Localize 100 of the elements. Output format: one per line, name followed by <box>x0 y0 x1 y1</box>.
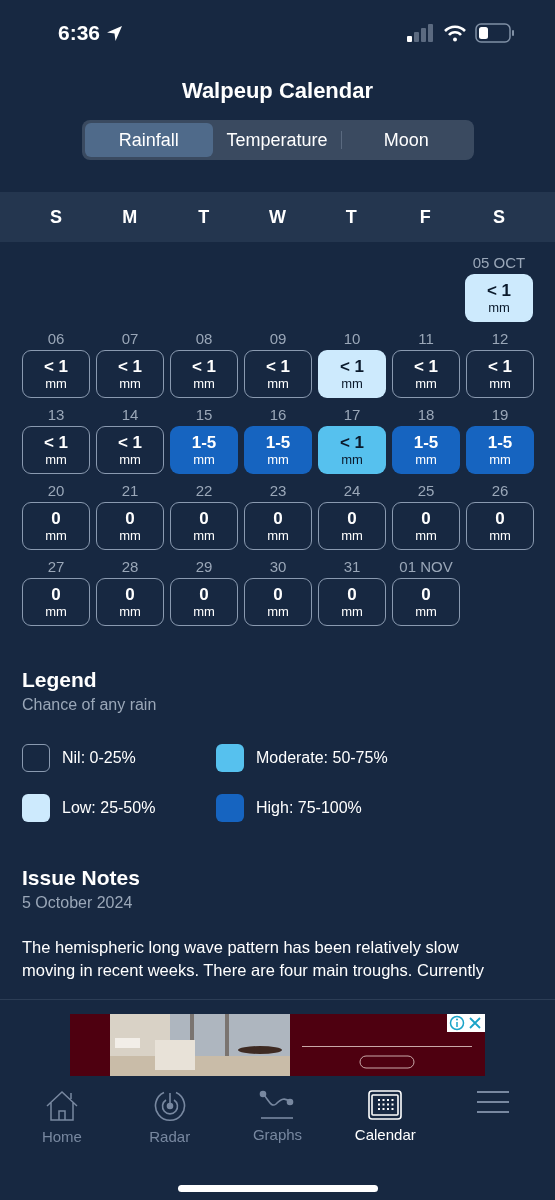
segment-tab[interactable]: Rainfall <box>84 123 213 157</box>
rain-day-cell[interactable]: 0 mm <box>392 502 460 550</box>
segment-tab[interactable]: Temperature <box>212 123 342 157</box>
rain-day-cell[interactable]: < 1 mm <box>318 426 386 474</box>
legend-subtitle: Chance of any rain <box>22 696 158 714</box>
rain-unit: mm <box>489 452 511 467</box>
notes-paragraph: The hemispheric long wave pattern has been relatively slow moving in recent weeks. There are four main troughs. Currently <box>22 937 485 981</box>
rain-day-cell[interactable]: < 1 mm <box>465 274 533 322</box>
weekday-label: S <box>48 206 63 228</box>
day-date: 29 <box>195 558 213 575</box>
rain-unit: mm <box>45 528 67 543</box>
day-date: 20 <box>47 482 65 499</box>
rain-unit: mm <box>45 452 67 467</box>
rain-amount: 0 <box>421 585 431 604</box>
rain-unit: mm <box>341 528 363 543</box>
rain-day-cell[interactable]: < 1 mm <box>22 426 90 474</box>
nav-tab[interactable]: Graphs <box>223 1090 332 1145</box>
close-icon[interactable] <box>467 1015 483 1031</box>
rain-day-cell[interactable]: 0 mm <box>96 578 164 626</box>
rain-amount: < 1 <box>117 433 143 452</box>
day-date: 12 <box>491 330 509 347</box>
rain-day-cell[interactable]: 0 mm <box>466 502 534 550</box>
page-title: Walpeup Calendar <box>180 78 375 104</box>
rain-amount: < 1 <box>265 357 291 376</box>
nav-tab[interactable]: Calendar <box>331 1090 440 1145</box>
rain-unit: mm <box>119 604 141 619</box>
rain-amount: 0 <box>199 509 209 528</box>
nav-tab[interactable]: Radar <box>115 1090 224 1145</box>
legend-label: Moderate: 50-75% <box>256 749 388 767</box>
rain-amount: < 1 <box>339 433 365 452</box>
rain-amount: 0 <box>347 585 357 604</box>
rain-amount: 0 <box>273 509 283 528</box>
day-date: 28 <box>121 558 139 575</box>
rain-day-cell[interactable]: 0 mm <box>170 502 238 550</box>
day-date: 13 <box>47 406 65 423</box>
legend-label: Nil: 0-25% <box>62 749 136 767</box>
rain-unit: mm <box>267 604 289 619</box>
rain-amount: 1-5 <box>413 433 439 452</box>
rain-amount: 0 <box>495 509 505 528</box>
rain-unit: mm <box>415 604 437 619</box>
rain-unit: mm <box>267 376 289 391</box>
rain-amount: < 1 <box>43 433 69 452</box>
location-arrow-icon <box>106 24 124 42</box>
weekday-label: T <box>197 206 211 228</box>
rain-amount: 1-5 <box>487 433 513 452</box>
status-time: 6:36 <box>58 21 101 45</box>
rain-day-cell[interactable]: < 1 mm <box>244 350 312 398</box>
rain-day-cell[interactable]: 0 mm <box>22 502 90 550</box>
rain-day-cell[interactable]: < 1 mm <box>96 426 164 474</box>
rain-day-cell[interactable]: 1-5 mm <box>244 426 312 474</box>
rain-amount: < 1 <box>413 357 439 376</box>
rain-amount: 0 <box>199 585 209 604</box>
rain-day-cell[interactable]: < 1 mm <box>466 350 534 398</box>
rain-unit: mm <box>341 452 363 467</box>
rain-day-cell[interactable]: 1-5 mm <box>392 426 460 474</box>
rain-unit: mm <box>193 452 215 467</box>
day-date: 22 <box>195 482 213 499</box>
rain-day-cell[interactable]: < 1 mm <box>96 350 164 398</box>
day-date: 30 <box>269 558 287 575</box>
rain-day-cell[interactable]: 0 mm <box>392 578 460 626</box>
rain-unit: mm <box>267 452 289 467</box>
day-date: 16 <box>269 406 287 423</box>
rain-day-cell[interactable]: 0 mm <box>22 578 90 626</box>
rain-amount: 1-5 <box>191 433 217 452</box>
weekday-label: S <box>492 206 507 228</box>
rain-day-cell[interactable]: 1-5 mm <box>170 426 238 474</box>
rain-day-cell[interactable]: 0 mm <box>318 578 386 626</box>
day-date: 07 <box>121 330 139 347</box>
rain-day-cell[interactable]: 0 mm <box>244 578 312 626</box>
segment-tab[interactable]: Moon <box>342 123 471 157</box>
rain-day-cell[interactable]: < 1 mm <box>170 350 238 398</box>
day-date: 08 <box>195 330 213 347</box>
day-date: 01 NOV <box>399 558 453 575</box>
graph-icon <box>259 1090 296 1120</box>
legend-label: High: 75-100% <box>256 799 362 817</box>
rain-day-cell[interactable]: 0 mm <box>170 578 238 626</box>
rain-day-cell[interactable]: < 1 mm <box>392 350 460 398</box>
rain-amount: 0 <box>421 509 431 528</box>
rain-day-cell[interactable]: 0 mm <box>96 502 164 550</box>
rain-amount: 1-5 <box>265 433 291 452</box>
day-date: 21 <box>121 482 139 499</box>
rain-day-cell[interactable]: 0 mm <box>244 502 312 550</box>
rain-amount: 0 <box>125 509 135 528</box>
rain-day-cell[interactable]: 1-5 mm <box>466 426 534 474</box>
rain-day-cell[interactable]: < 1 mm <box>22 350 90 398</box>
calendar-icon <box>368 1090 403 1120</box>
rain-unit: mm <box>341 604 363 619</box>
signal-icon <box>407 24 435 42</box>
weekday-label: T <box>344 206 358 228</box>
day-date: 19 <box>491 406 509 423</box>
rain-day-cell[interactable]: 0 mm <box>318 502 386 550</box>
day-date: 15 <box>195 406 213 423</box>
rain-amount: < 1 <box>117 357 143 376</box>
day-date: 05 OCT <box>472 254 526 271</box>
rain-unit: mm <box>45 376 67 391</box>
rain-day-cell[interactable]: < 1 mm <box>318 350 386 398</box>
rain-unit: mm <box>119 376 141 391</box>
info-icon[interactable] <box>449 1015 465 1031</box>
rain-amount: 0 <box>51 509 61 528</box>
nav-tab[interactable]: Home <box>8 1090 116 1145</box>
